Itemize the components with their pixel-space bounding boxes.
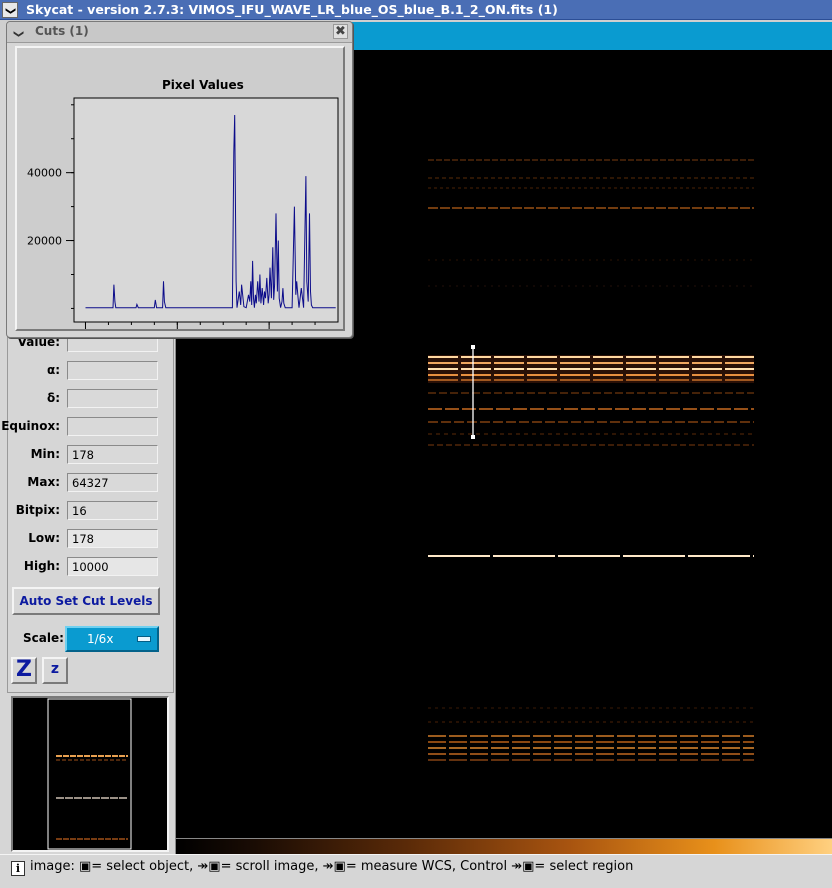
window-menu-button[interactable]: ❯ (2, 2, 18, 18)
equinox-row: Equinox: (0, 417, 176, 437)
dialog-menu-icon[interactable]: ❯ (11, 25, 25, 39)
info-icon: i (11, 861, 25, 876)
high-row: High: 10000 (0, 557, 176, 577)
cuts-dialog-title-bar[interactable]: ❯ Cuts (1) ✖ (7, 22, 352, 43)
ra-label: α: (46, 363, 60, 377)
scale-value: 1/6x (87, 632, 114, 646)
min-field: 178 (67, 445, 158, 464)
bitpix-label: Bitpix: (15, 503, 60, 517)
ra-field (67, 361, 158, 380)
dec-row: δ: (0, 389, 176, 409)
plot-canvas: 20000400000200400 (27, 97, 339, 329)
y-tick-label: 40000 (27, 167, 62, 180)
dec-field (67, 389, 158, 408)
bitpix-field: 16 (67, 501, 158, 520)
low-label: Low: (28, 531, 60, 545)
pixel-values-plot: Pixel Values 20000400000200400 (15, 46, 345, 331)
cuts-dialog-title: Cuts (1) (35, 24, 89, 38)
max-label: Max: (27, 475, 60, 489)
spectrum-band-bright (428, 345, 754, 446)
y-tick-label: 20000 (27, 235, 62, 248)
auto-set-cut-levels-button[interactable]: Auto Set Cut Levels (12, 587, 160, 615)
window-title: Skycat - version 2.7.3: VIMOS_IFU_WAVE_L… (26, 2, 558, 17)
cuts-dialog[interactable]: ❯ Cuts (1) ✖ Pixel Values 20000400000200… (6, 21, 353, 338)
high-label: High: (23, 559, 60, 573)
high-input[interactable]: 10000 (67, 557, 158, 576)
equinox-field (67, 417, 158, 436)
min-row: Min: 178 (0, 445, 176, 465)
scale-label: Scale: (23, 631, 64, 645)
colorbar[interactable] (176, 838, 832, 854)
zoom-out-button[interactable]: z (42, 657, 68, 684)
min-label: Min: (30, 447, 60, 461)
max-row: Max: 64327 (0, 473, 176, 493)
panner-image[interactable] (13, 698, 167, 850)
status-bar: i image: ▣= select object, ↠▣= scroll im… (0, 854, 832, 888)
ra-row: α: (0, 361, 176, 381)
zoom-in-button[interactable]: Z (11, 657, 37, 684)
equinox-label: Equinox: (1, 419, 60, 433)
low-row: Low: 178 (0, 529, 176, 549)
scale-menu-button[interactable]: 1/6x (65, 626, 159, 652)
window-title-bar[interactable]: ❯ Skycat - version 2.7.3: VIMOS_IFU_WAVE… (0, 0, 832, 20)
option-menu-indicator-icon (137, 636, 151, 642)
panner-thumbnail[interactable] (11, 696, 169, 852)
bitpix-row: Bitpix: 16 (0, 501, 176, 521)
chevron-down-icon: ❯ (4, 6, 16, 16)
status-text: image: ▣= select object, ↠▣= scroll imag… (30, 859, 634, 874)
menu-strip (350, 22, 832, 50)
low-input[interactable]: 178 (67, 529, 158, 548)
max-field: 64327 (67, 473, 158, 492)
spectrum-band-top (428, 159, 754, 287)
spectrum-band-bottom (428, 707, 754, 761)
dec-label: δ: (46, 391, 60, 405)
close-icon[interactable]: ✖ (333, 24, 348, 39)
